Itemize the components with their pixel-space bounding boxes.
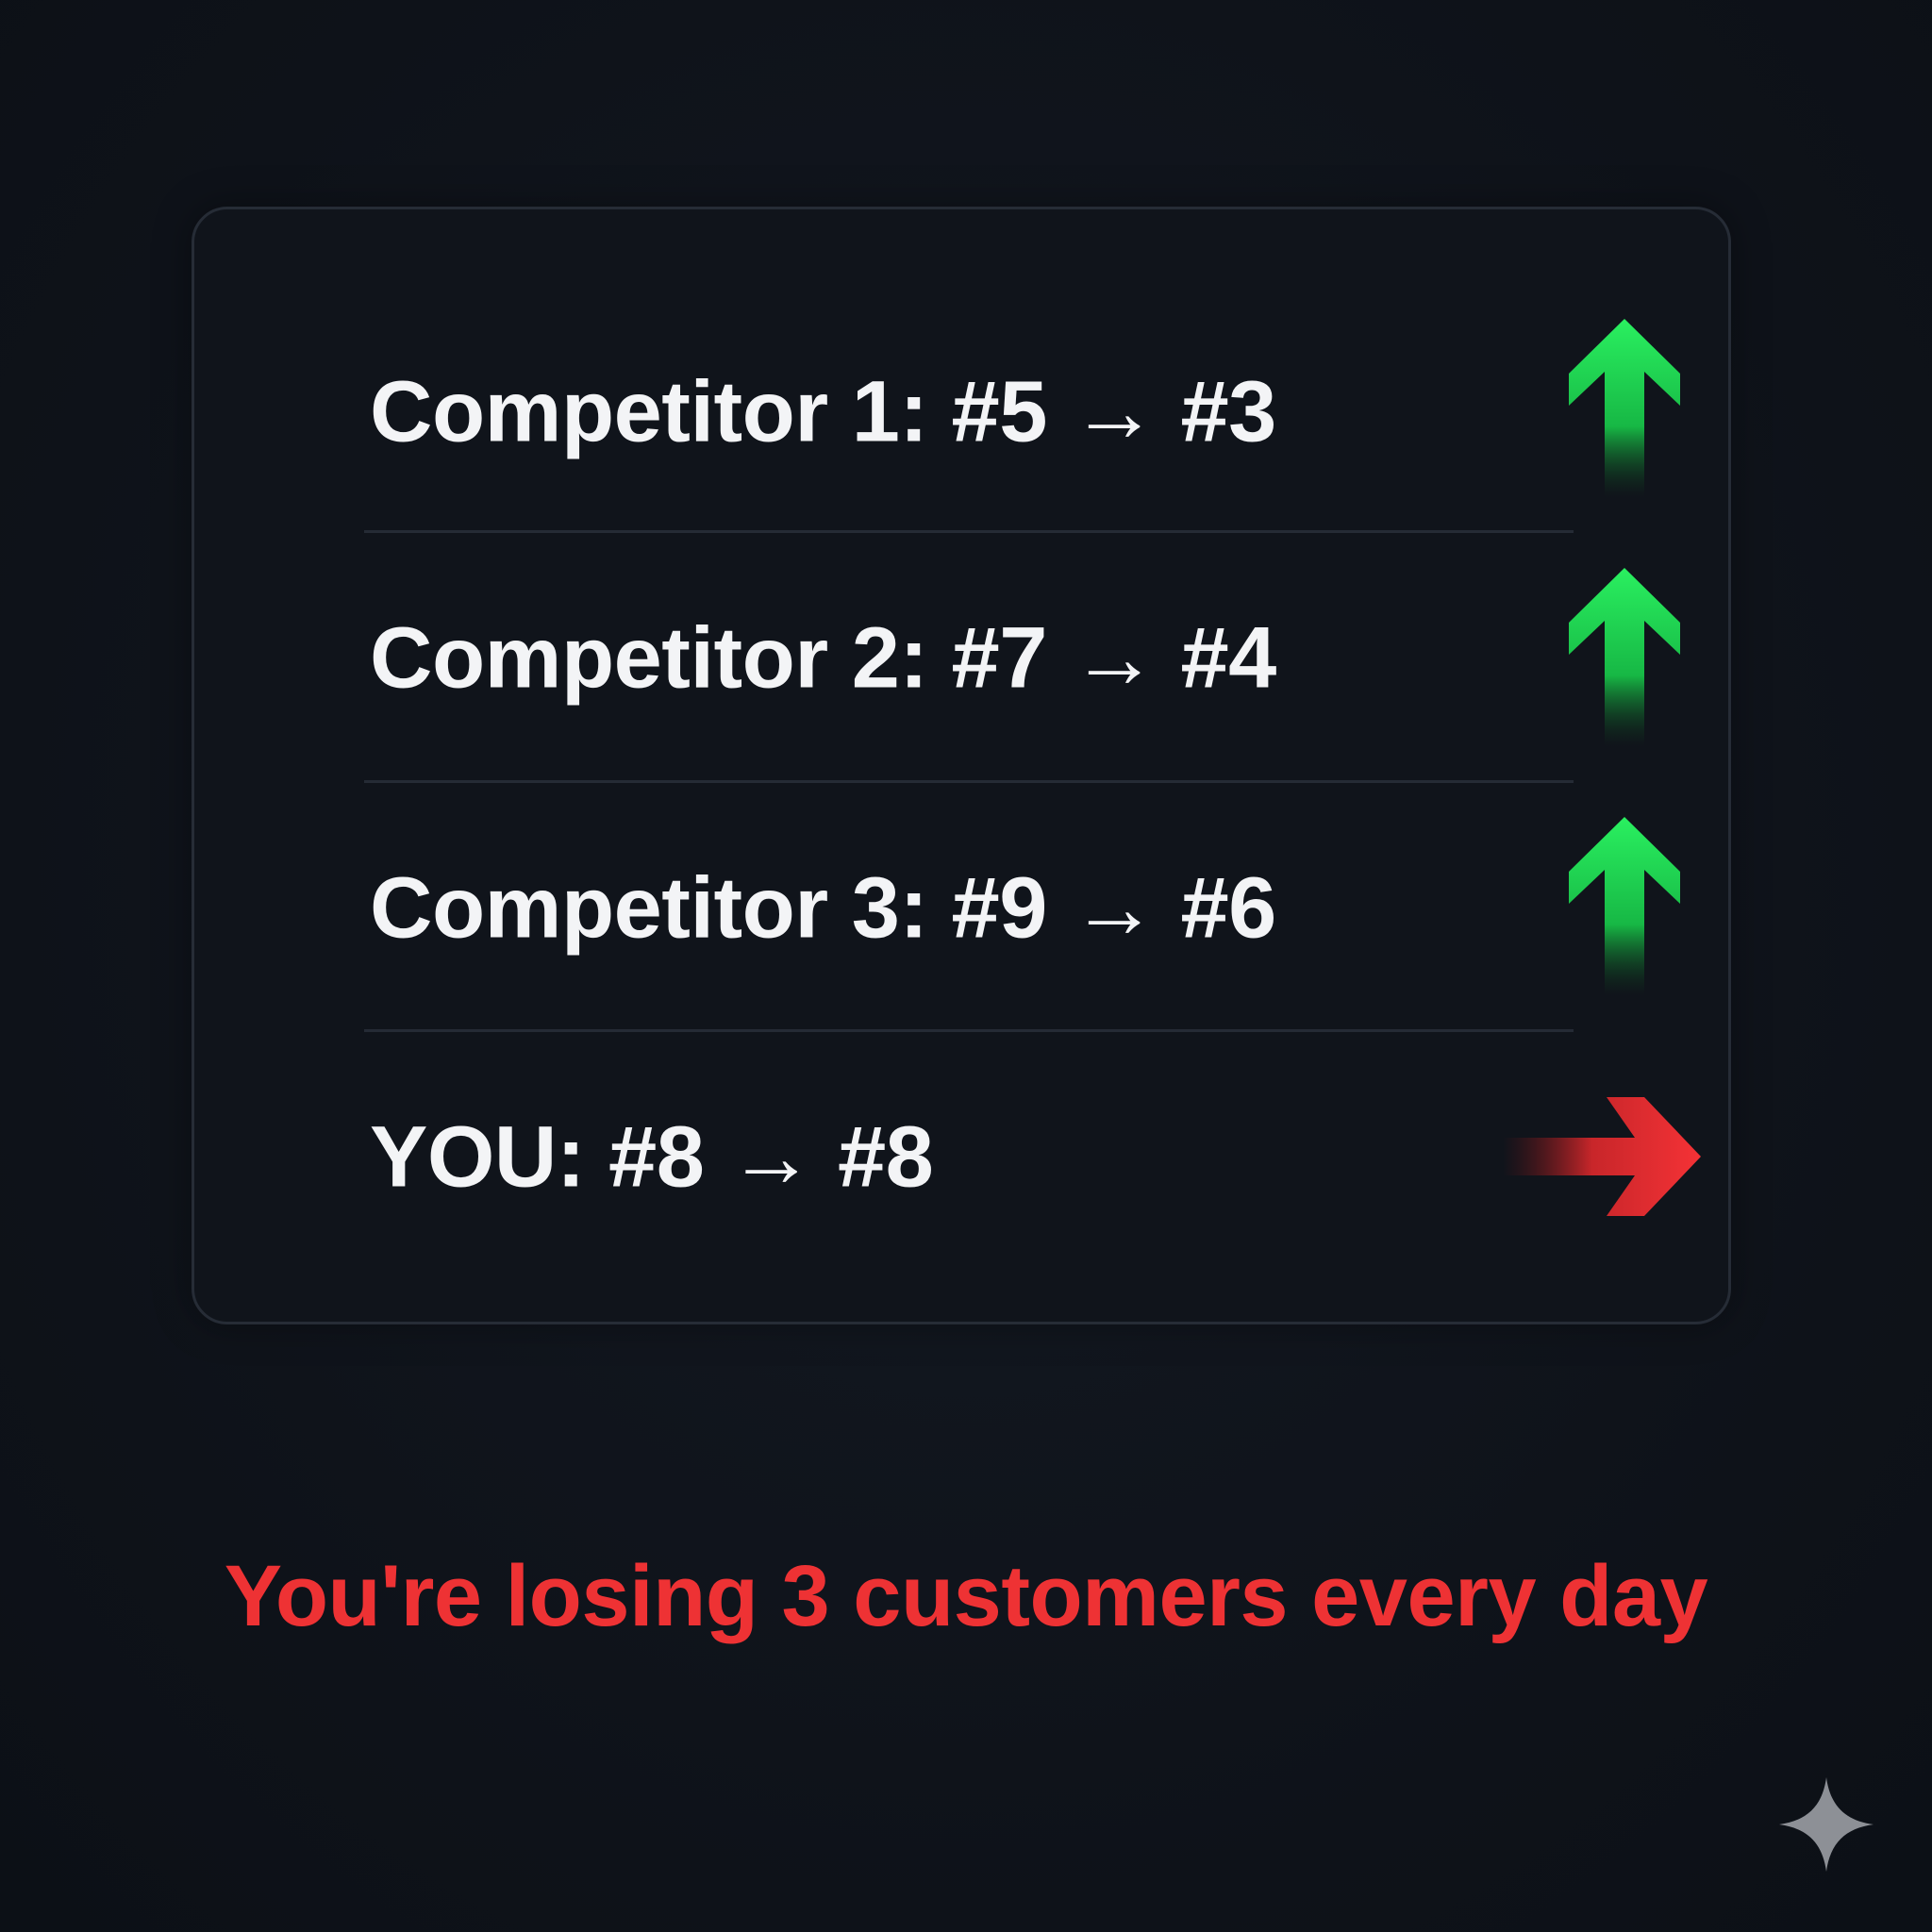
sparkle-icon — [1779, 1777, 1874, 1872]
arrow-right-icon — [1503, 1097, 1701, 1216]
ranking-row-competitor-2: Competitor 2: #7 → #4 — [364, 533, 1680, 783]
ranking-row-competitor-3: Competitor 3: #9 → #6 — [364, 783, 1680, 1033]
ranking-row-label: Competitor 2: #7 → #4 — [370, 609, 1276, 706]
loss-tagline: You're losing 3 customers every day — [224, 1548, 1708, 1644]
ranking-row-label: YOU: #8 → #8 — [370, 1108, 934, 1205]
ranking-row-you: YOU: #8 → #8 — [364, 1032, 1701, 1282]
arrow-up-icon — [1569, 568, 1680, 747]
ranking-row-label: Competitor 3: #9 → #6 — [370, 859, 1276, 956]
arrow-up-icon — [1569, 319, 1680, 498]
arrow-up-icon — [1569, 817, 1680, 996]
ranking-row-competitor-1: Competitor 1: #5 → #3 — [364, 209, 1680, 530]
ranking-row-label: Competitor 1: #5 → #3 — [370, 363, 1276, 460]
ranking-card: Competitor 1: #5 → #3 Competitor 2: #7 →… — [192, 207, 1731, 1324]
